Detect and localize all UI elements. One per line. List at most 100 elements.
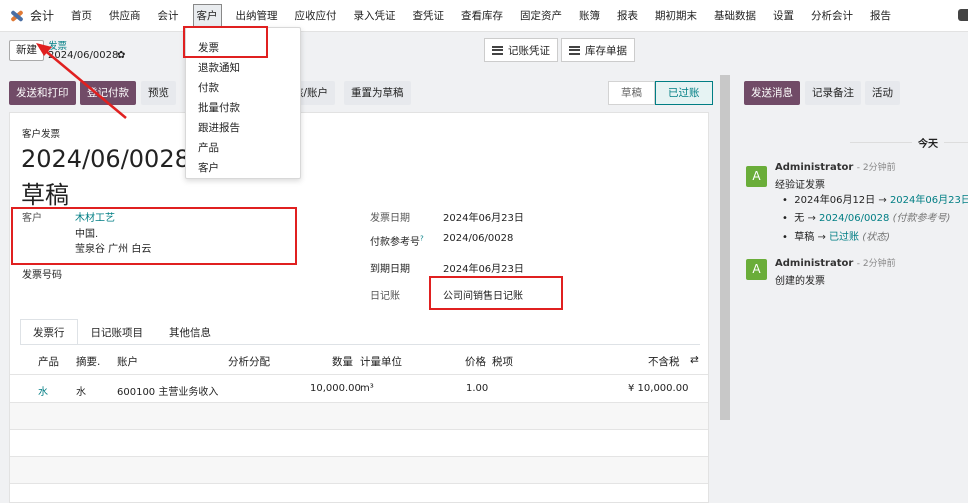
send-message-button[interactable]: 发送消息 <box>744 81 800 105</box>
stock-button[interactable]: 库存单据 <box>561 38 635 62</box>
tracking-change: • 无 → 2024/06/0028 (付款参考号) <box>782 213 951 224</box>
annotation-box-customer <box>11 207 297 265</box>
invoice-date-value[interactable]: 2024年06月23日 <box>443 209 524 224</box>
activity-button[interactable]: 活动 <box>865 81 900 105</box>
row-uom[interactable]: m³ <box>360 383 374 394</box>
customer-dropdown-menu: 发票 退款通知 付款 批量付款 跟进报告 产品 客户 <box>183 26 301 179</box>
today-divider <box>850 142 968 143</box>
due-date-label: 到期日期 <box>370 264 410 275</box>
nav-check-voucher[interactable]: 查凭证 <box>410 5 448 26</box>
row-subtotal: ¥ 10,000.00 <box>628 383 689 394</box>
preview-button[interactable]: 预览 <box>141 81 176 105</box>
due-date-value[interactable]: 2024年06月23日 <box>443 260 524 275</box>
message-time: - 2分钟前 <box>856 259 896 269</box>
invoice-state-title: 草稿 <box>21 181 69 209</box>
payment-ref-value[interactable]: 2024/06/0028 <box>443 233 513 244</box>
nav-fixed-assets[interactable]: 固定资产 <box>517 5 565 26</box>
nav-receivable-payable[interactable]: 应收应付 <box>292 5 340 26</box>
nav-vendors[interactable]: 供应商 <box>106 5 144 26</box>
breadcrumb-current: 2024/06/0028 <box>48 50 119 61</box>
annotation-box-journal <box>429 276 563 310</box>
tab-divider <box>20 344 700 345</box>
menu-item-customers[interactable]: 客户 <box>186 158 300 178</box>
nav-analytic[interactable]: 分析会计 <box>808 5 856 26</box>
avatar[interactable]: A <box>746 259 767 280</box>
col-taxes[interactable]: 税项 <box>492 354 513 369</box>
col-analytic[interactable]: 分析分配 <box>228 354 270 369</box>
col-product[interactable]: 产品 <box>38 354 59 369</box>
journal-label: 日记账 <box>370 291 400 302</box>
nav-master-data[interactable]: 基础数据 <box>711 5 759 26</box>
row-quantity[interactable]: 10,000.00 <box>310 383 361 394</box>
nav-enter-voucher[interactable]: 录入凭证 <box>351 5 399 26</box>
list-icon <box>569 45 580 55</box>
menu-item-payments[interactable]: 付款 <box>186 78 300 98</box>
header-divider <box>10 374 708 375</box>
nav-ledgers[interactable]: 账簿 <box>576 5 603 26</box>
message-author[interactable]: Administrator - 2分钟前 <box>775 160 896 173</box>
app-logo-icon[interactable] <box>8 8 24 24</box>
voucher-button-label: 记账凭证 <box>508 44 550 57</box>
nav-settings[interactable]: 设置 <box>770 5 797 26</box>
message-time: - 2分钟前 <box>856 163 896 173</box>
avatar[interactable]: A <box>746 166 767 187</box>
gear-icon[interactable]: ✿ <box>117 50 125 61</box>
form-tabs: 发票行 日记账项目 其他信息 <box>20 319 224 345</box>
reset-draft-button[interactable]: 重置为草稿 <box>344 81 411 105</box>
annotation-box-invoices <box>183 26 268 58</box>
form-scrollbar[interactable] <box>720 75 730 420</box>
message-text: 经验证发票 <box>775 180 825 191</box>
nav-accounting[interactable]: 会计 <box>155 5 182 26</box>
empty-row <box>10 403 708 429</box>
menu-item-batch-payments[interactable]: 批量付款 <box>186 98 300 118</box>
new-button[interactable]: 新建 <box>9 40 44 61</box>
top-navbar: 会计 首页 供应商 会计 客户 出纳管理 应收应付 录入凭证 查凭证 查看库存 … <box>0 0 968 32</box>
nav-cashier[interactable]: 出纳管理 <box>233 5 281 26</box>
row-divider <box>10 429 708 430</box>
today-label: 今天 <box>912 135 944 150</box>
row-divider <box>10 483 708 484</box>
payment-ref-label: 付款参考号? <box>370 234 424 248</box>
menu-item-credit-notes[interactable]: 退款通知 <box>186 58 300 78</box>
col-subtotal[interactable]: 不含税 <box>648 354 680 369</box>
row-price[interactable]: 1.00 <box>466 383 488 394</box>
document-type: 客户发票 <box>22 129 61 140</box>
register-payment-button[interactable]: 登记付款 <box>80 81 136 105</box>
nav-reports[interactable]: 报表 <box>614 5 641 26</box>
nav-home[interactable]: 首页 <box>68 5 95 26</box>
nav-stock[interactable]: 查看库存 <box>458 5 506 26</box>
col-quantity[interactable]: 数量 <box>332 354 353 369</box>
log-note-button[interactable]: 记录备注 <box>805 81 861 105</box>
empty-row <box>10 457 708 483</box>
voucher-button[interactable]: 记账凭证 <box>484 38 558 62</box>
col-description[interactable]: 摘要. <box>76 354 100 369</box>
message-author[interactable]: Administrator - 2分钟前 <box>775 256 896 269</box>
col-uom[interactable]: 计量单位 <box>360 354 402 369</box>
tab-invoice-lines[interactable]: 发票行 <box>20 319 78 345</box>
row-product[interactable]: 水 <box>38 383 48 398</box>
tracking-change: • 草稿 → 已过账 (状态) <box>782 232 891 243</box>
app-name[interactable]: 会计 <box>30 7 54 24</box>
status-draft[interactable]: 草稿 <box>608 81 655 105</box>
status-bar: 草稿 已过账 <box>608 81 713 105</box>
col-account[interactable]: 账户 <box>117 354 138 369</box>
tracking-change: • 2024年06月12日 → 2024年06月23日 <box>782 195 968 206</box>
row-description[interactable]: 水 <box>76 383 86 398</box>
row-account[interactable]: 600100 主营业务收入 <box>117 383 218 398</box>
menu-item-products[interactable]: 产品 <box>186 138 300 158</box>
tab-journal-items[interactable]: 日记账项目 <box>77 319 156 345</box>
status-posted[interactable]: 已过账 <box>655 81 713 105</box>
nav-customers[interactable]: 客户 <box>192 4 222 27</box>
invoice-date-label: 发票日期 <box>370 213 410 224</box>
send-print-button[interactable]: 发送和打印 <box>9 81 76 105</box>
tab-other-info[interactable]: 其他信息 <box>156 319 224 345</box>
col-price[interactable]: 价格 <box>465 354 486 369</box>
invoice-number-title: 2024/06/0028 <box>21 145 190 173</box>
column-settings-icon[interactable]: ⇄ <box>690 354 699 366</box>
chat-icon[interactable] <box>958 9 968 21</box>
nav-period[interactable]: 期初期末 <box>652 5 700 26</box>
nav-report[interactable]: 报告 <box>867 5 894 26</box>
stock-button-label: 库存单据 <box>585 44 627 57</box>
menu-item-followup[interactable]: 跟进报告 <box>186 118 300 138</box>
list-icon <box>492 45 503 55</box>
